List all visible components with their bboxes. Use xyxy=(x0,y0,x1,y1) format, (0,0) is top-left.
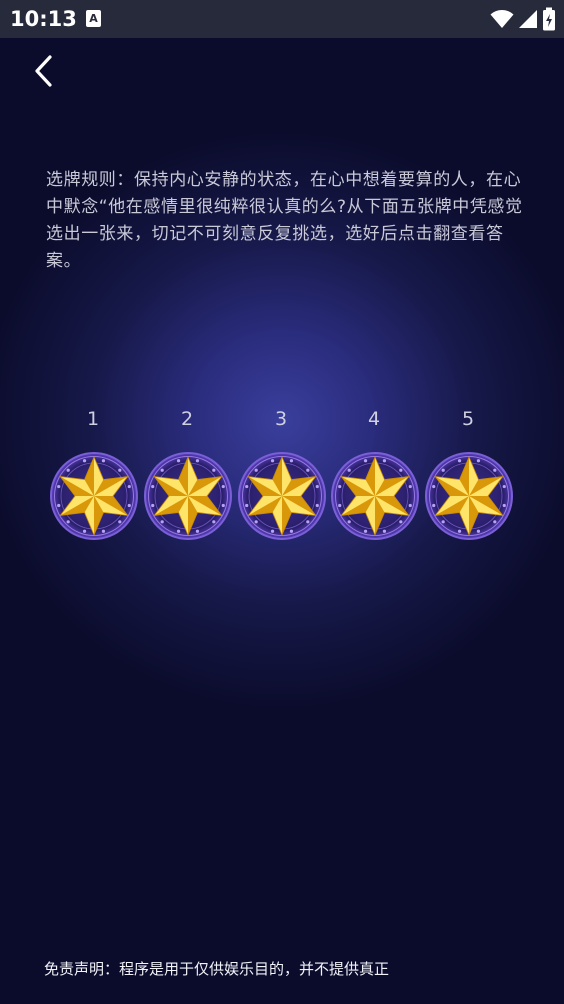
star-medal-icon[interactable] xyxy=(425,452,513,540)
card-number: 4 xyxy=(367,408,381,430)
selection-rules-text: 选牌规则：保持内心安静的状态，在心中想着要算的人，在心中默念“他在感情里很纯粹很… xyxy=(46,170,523,271)
battery-icon xyxy=(538,7,556,31)
card-4[interactable]: 4 xyxy=(329,406,419,546)
card-number: 2 xyxy=(180,408,194,430)
card-number: 5 xyxy=(461,408,475,430)
wifi-icon xyxy=(486,9,514,29)
star-medal-icon[interactable] xyxy=(331,452,419,540)
star-medal-icon[interactable] xyxy=(144,452,232,540)
back-button[interactable] xyxy=(26,52,64,90)
card-1[interactable]: 1 xyxy=(48,406,138,546)
card-5[interactable]: 5 xyxy=(423,406,513,546)
app-notification-icon: A xyxy=(86,10,101,27)
star-medal-icon[interactable] xyxy=(238,452,326,540)
status-time: 10:13 xyxy=(10,7,77,31)
status-bar: 10:13 A xyxy=(0,0,564,38)
card-2[interactable]: 2 xyxy=(142,406,232,546)
chevron-left-icon xyxy=(26,52,64,90)
disclaimer-text: 免责声明：程序是用于仅供娱乐目的，并不提供真正 xyxy=(44,960,390,978)
status-icons xyxy=(486,7,556,31)
card-number: 3 xyxy=(274,408,288,430)
star-medal-icon[interactable] xyxy=(50,452,138,540)
card-number: 1 xyxy=(86,408,100,430)
card-3[interactable]: 3 xyxy=(236,406,326,546)
card-row: 1 2 3 4 5 xyxy=(48,406,518,546)
signal-icon xyxy=(514,9,538,29)
